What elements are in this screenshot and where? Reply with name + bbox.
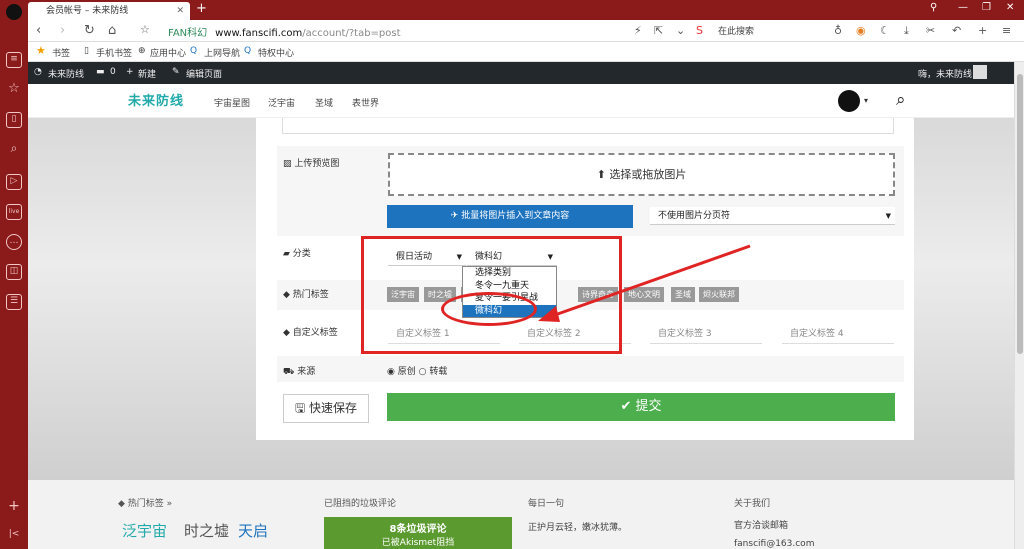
arrow-head <box>538 306 560 322</box>
footer-hot-tag[interactable]: 泛宇宙 <box>122 520 167 541</box>
site-footer <box>28 480 1014 549</box>
footer-email[interactable]: fanscifi@163.com <box>734 539 814 549</box>
footer-about-line: 官方洽谈邮箱 <box>734 521 789 531</box>
footer-hot-tags-title-text: 热门标签 » <box>127 499 173 509</box>
akismet-widget[interactable]: 8条垃圾评论 已被Akismet阻挡 <box>324 517 512 549</box>
annotation-arrow <box>538 244 751 322</box>
arrow-line <box>551 244 751 318</box>
footer-spam-title: 已阻挡的垃圾评论 <box>324 499 397 509</box>
footer-daily-text: 正护月云轻，嫩冰犹薄。 <box>528 523 628 533</box>
spam-count: 8条垃圾评论 <box>389 524 447 535</box>
footer-hot-tag[interactable]: 时之墟 <box>184 520 229 541</box>
footer-daily-title: 每日一句 <box>528 499 565 509</box>
footer-hot-tags-title: ◆ 热门标签 » <box>118 499 173 509</box>
spam-subtext: 已被Akismet阻挡 <box>381 538 455 548</box>
footer-about-title: 关于我们 <box>734 499 771 509</box>
footer-hot-tag[interactable]: 天启 <box>238 520 268 541</box>
